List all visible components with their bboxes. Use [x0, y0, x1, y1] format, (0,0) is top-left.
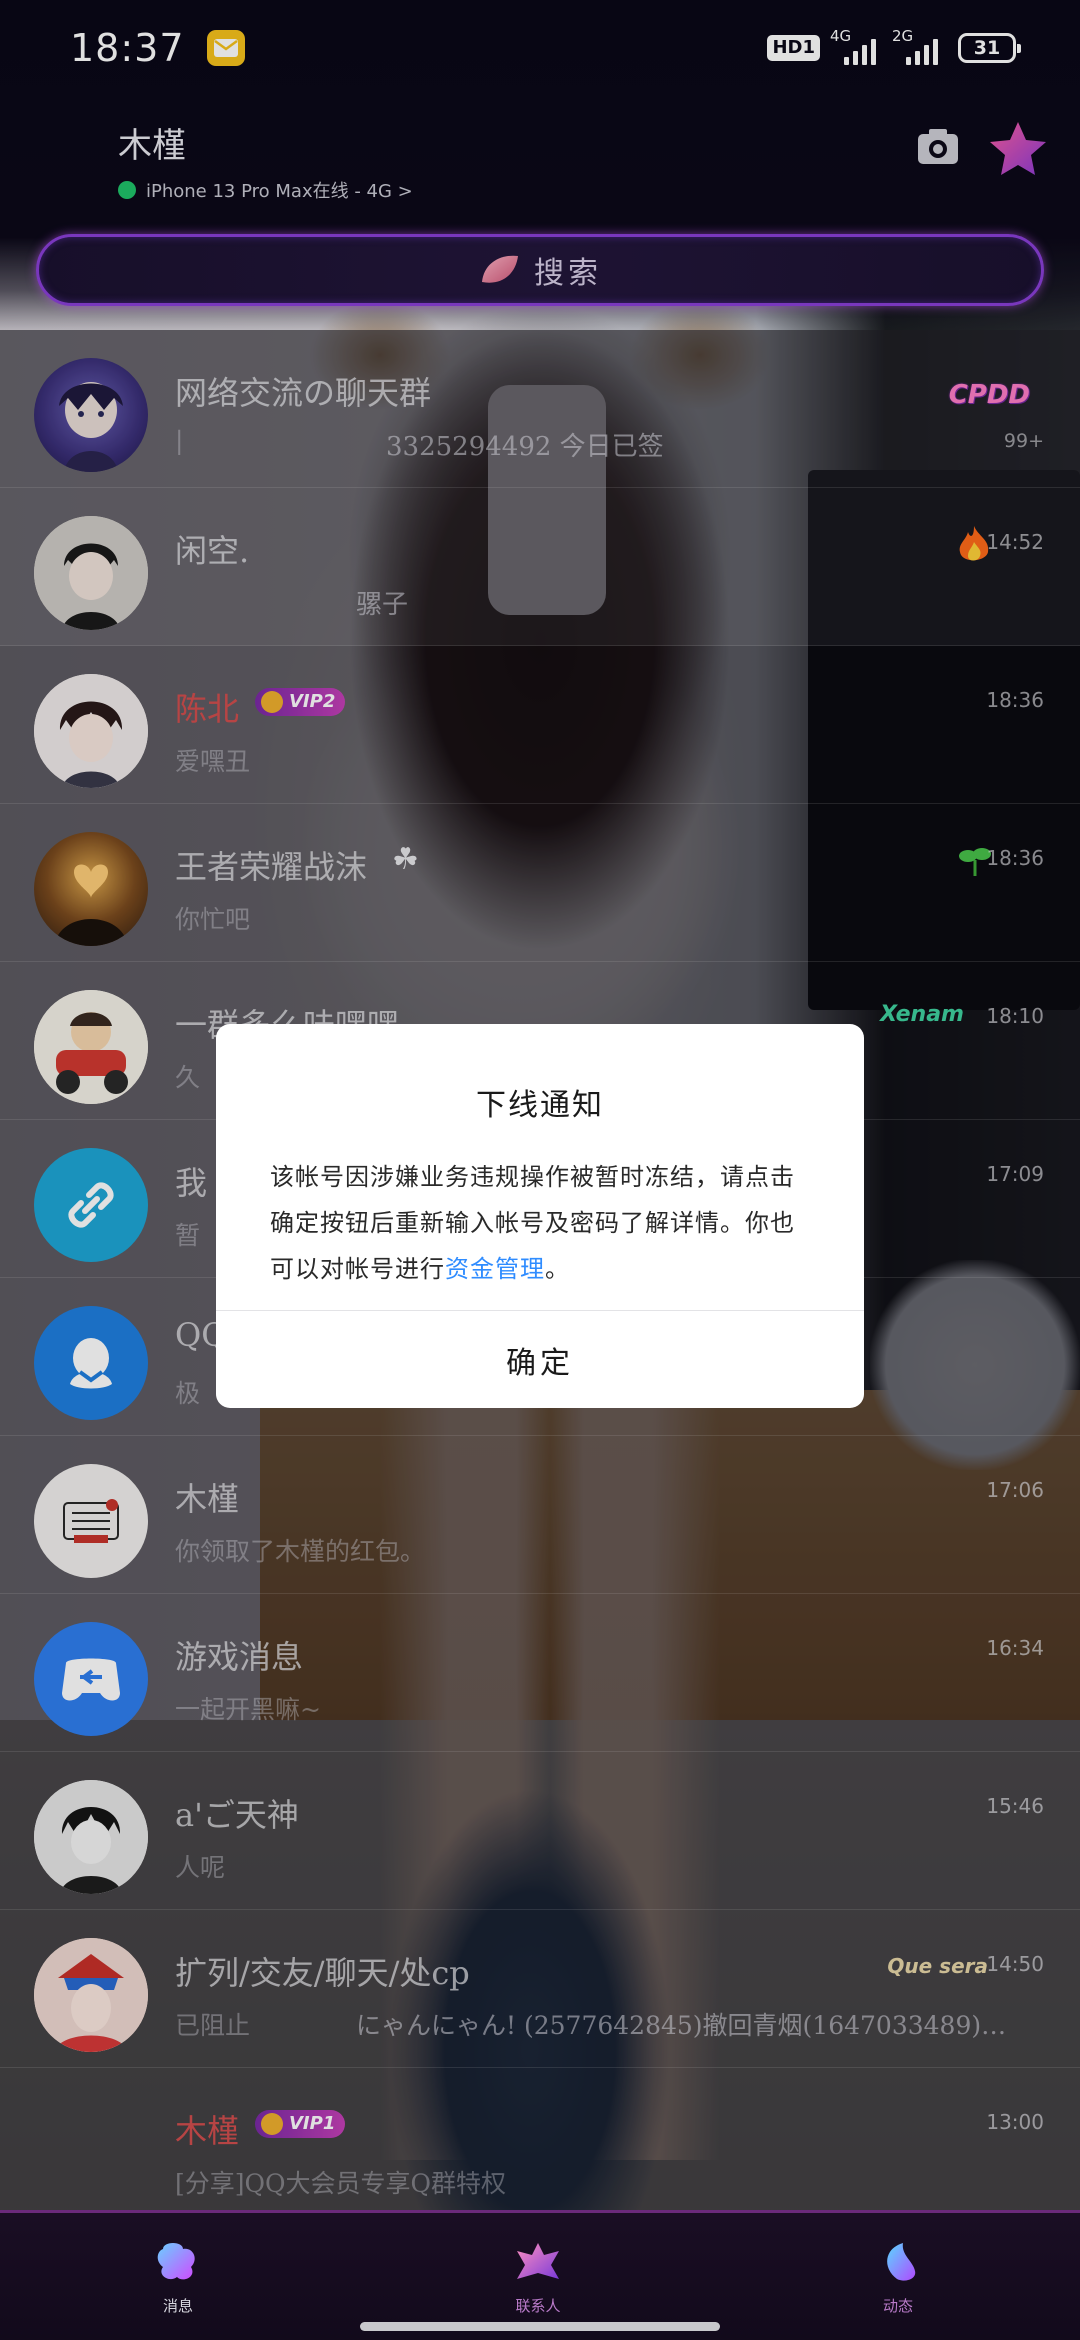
tab-messages[interactable]: 消息 [118, 2239, 238, 2316]
offline-notice-dialog: 下线通知 该帐号因涉嫌业务违规操作被暂时冻结，请点击确定按钮后重新输入帐号及密码… [216, 1024, 864, 1408]
fund-management-link[interactable]: 资金管理 [445, 1255, 545, 1283]
tab-moments[interactable]: 动态 [838, 2239, 958, 2316]
tab-contacts-label: 联系人 [515, 2297, 561, 2315]
confirm-button[interactable]: 确定 [216, 1311, 864, 1408]
moments-icon [887, 2243, 916, 2281]
tab-contacts[interactable]: 联系人 [478, 2239, 598, 2316]
dialog-message: 该帐号因涉嫌业务违规操作被暂时冻结，请点击确定按钮后重新输入帐号及密码了解详情。… [270, 1154, 810, 1292]
dialog-title: 下线通知 [476, 1088, 604, 1123]
messages-icon [157, 2243, 195, 2280]
tab-messages-label: 消息 [162, 2297, 193, 2315]
contacts-icon [517, 2243, 559, 2279]
tab-moments-label: 动态 [882, 2297, 913, 2315]
home-indicator[interactable] [360, 2322, 720, 2331]
dialog-body-end: 。 [545, 1255, 570, 1283]
bottom-nav: 消息 联系人 动态 [0, 2210, 1080, 2340]
